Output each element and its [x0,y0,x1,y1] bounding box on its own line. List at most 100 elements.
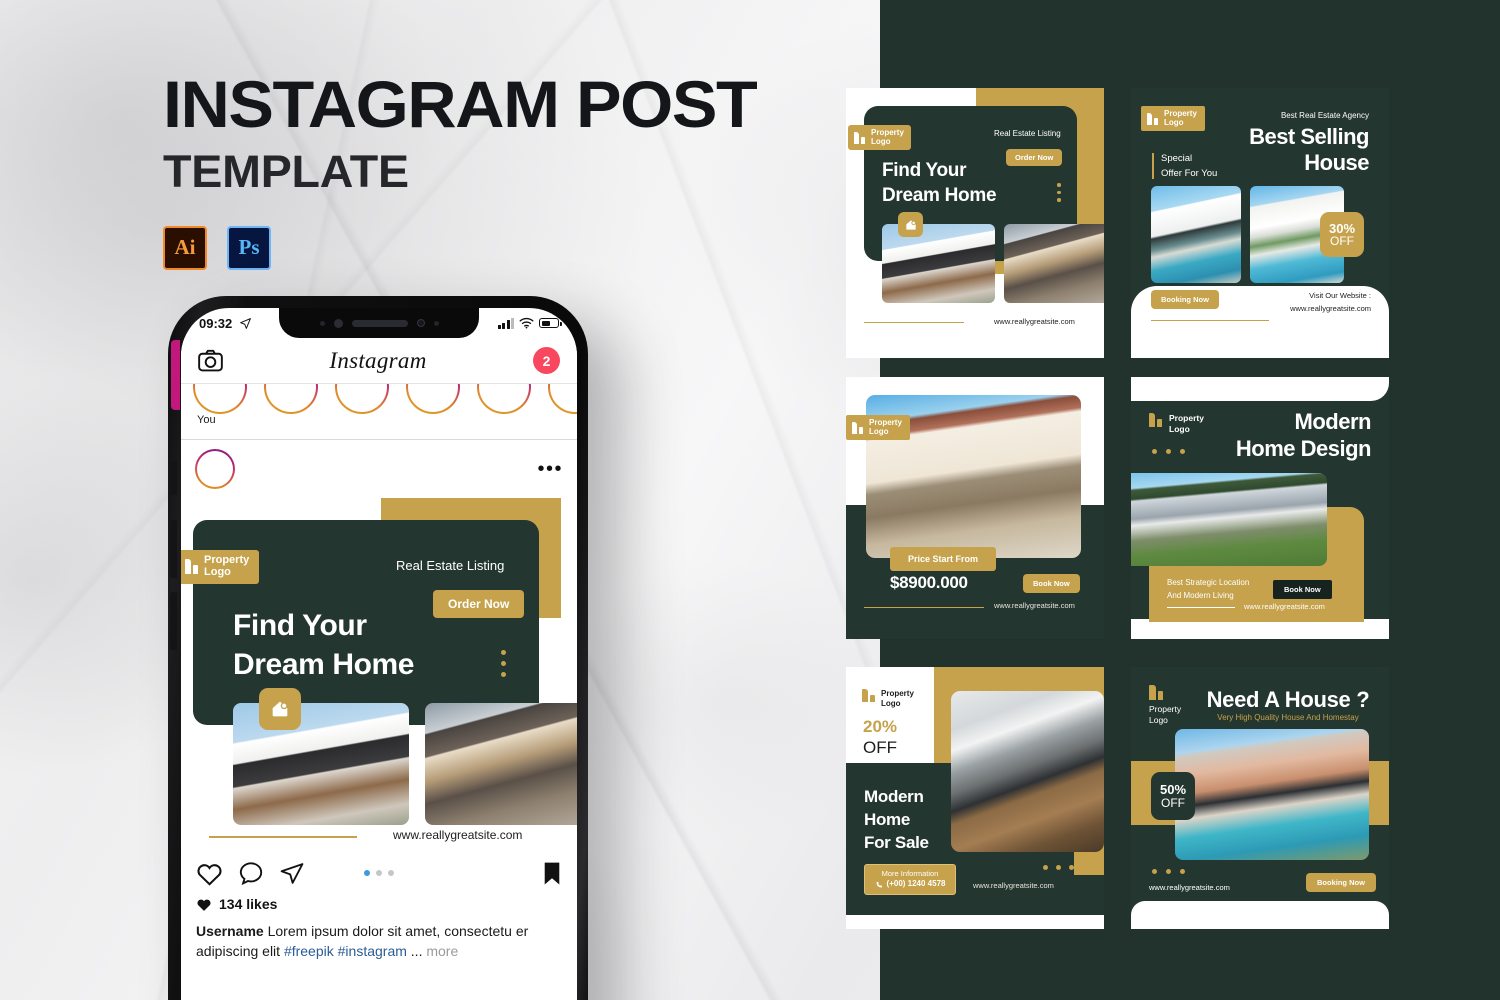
accent-bar [1152,153,1154,179]
phone-screen: 09:32 Instagram 2 You ••• Property Logo … [181,308,577,1000]
more-information-button[interactable]: More Information (+00) 1240 4578 [864,864,956,895]
post-title-line1: Modern [864,787,924,806]
logo-line1: Property [1149,704,1182,714]
photoshop-badge: Ps [227,225,271,270]
discount-off-label: OFF [1330,234,1354,248]
story-your-story[interactable]: You [193,384,247,439]
post-eyebrow: Best Real Estate Agency [1280,111,1369,120]
battery-icon [539,318,562,328]
book-now-button[interactable]: Book Now [1273,580,1332,599]
decor-dots [1043,865,1074,870]
property-photo-pool-villa [1175,729,1369,860]
story-item[interactable] [335,384,389,439]
page-subtitle: TEMPLATE [163,145,409,197]
post-title-line2: Dream Home [233,648,415,681]
post-sub-line1: Best Strategic Location [1167,578,1250,587]
comment-icon[interactable] [238,861,264,886]
building-icon [862,689,875,702]
post-title-line1: Find Your [233,609,367,642]
booking-now-button[interactable]: Booking Now [1306,873,1376,892]
story-item[interactable] [406,384,460,439]
property-photo-stone-house [425,703,577,825]
story-item[interactable] [264,384,318,439]
story-ring [264,384,318,414]
instagram-logo: Instagram [329,347,427,373]
white-footer-shape [1131,901,1389,929]
status-time: 09:32 [199,315,233,331]
white-footer-shape [846,915,1104,929]
post-card-modern-home-design[interactable]: Property Logo Modern Home Design Best Str… [1131,377,1389,639]
avatar[interactable] [195,449,235,489]
stories-tray[interactable]: You [181,384,577,440]
post-subtitle: Very High Quality House And Homestay [1217,713,1359,722]
post-card-need-a-house[interactable]: Property Logo Need A House ? Very High Qu… [1131,667,1389,929]
bookmark-icon[interactable] [542,861,562,886]
decor-dots [1152,869,1185,874]
post-website: www.reallygreatsite.com [1244,602,1325,611]
post-sub-line2: And Modern Living [1167,590,1234,600]
footer-rule [864,607,984,608]
caption-ellipsis: ... [410,943,423,960]
post-title-line2: Home [864,810,911,830]
property-photo-modern-house [882,224,995,303]
decor-dots [1152,449,1185,454]
post-card-best-selling-house[interactable]: Property Logo Best Real Estate Agency Bes… [1131,88,1389,358]
post-title-line2: Dream Home [882,185,997,207]
book-now-button[interactable]: Book Now [1023,574,1080,593]
phone-accent-stripe [171,340,180,410]
phone-volume-down-button[interactable] [170,592,177,650]
camera-icon[interactable] [198,349,223,372]
discount-off-label: OFF [863,738,897,757]
discount-badge: 30% OFF [1320,212,1364,257]
phone-icon [876,881,882,887]
logo-line2: Logo [871,136,891,146]
phone-volume-up-button[interactable] [170,520,177,578]
story-ring [335,384,389,414]
footer-rule [1167,607,1235,608]
caption-username[interactable]: Username [196,923,264,939]
story-ring [548,384,577,414]
white-footer-shape [1131,619,1389,639]
story-item[interactable] [548,384,577,439]
property-photo-villa [1151,186,1241,283]
paper-plane-icon[interactable] [279,861,305,886]
post-caption: Username Lorem ipsum dolor sit amet, con… [181,912,577,962]
notification-badge[interactable]: 2 [532,347,560,374]
instagram-app-bar: Instagram 2 [181,338,577,384]
caption-more-link[interactable]: more [426,943,458,959]
building-icon [1149,685,1181,700]
post-card-find-your-dream-home[interactable]: Property Logo Real Estate Listing Order N… [846,88,1104,358]
phone-mute-switch[interactable] [170,461,177,495]
logo-line2: Logo [881,699,901,709]
property-logo-badge: Property Logo [181,550,260,584]
order-now-button[interactable]: Order Now [433,590,525,618]
caption-hashtag-2[interactable]: #instagram [338,943,407,959]
status-bar: 09:32 [181,308,577,338]
discount-percent: 20% [863,717,898,736]
post-card-modern-home-for-sale[interactable]: Property Logo 20% OFF Modern Home For Sal… [846,667,1104,929]
post-sub-line2: Offer For You [1161,167,1218,179]
post-title: Need A House ? [1206,687,1370,712]
property-photo-interior [951,691,1104,852]
booking-now-button[interactable]: Booking Now [1151,290,1219,309]
building-icon [1149,413,1162,427]
post-website: www.reallygreatsite.com [994,317,1075,326]
heart-icon[interactable] [196,861,223,886]
cta-label: More Information [881,869,939,878]
story-item[interactable] [477,384,531,439]
location-arrow-icon [240,317,252,329]
decor-dots [1057,183,1061,202]
property-logo-badge: Property Logo [846,415,910,441]
property-logo: Property Logo [862,689,914,710]
illustrator-badge: Ai [163,225,207,270]
caption-hashtag-1[interactable]: #freepik [284,943,334,959]
signal-bars-icon [497,317,514,329]
story-ring [406,384,460,414]
post-card-price-start-from[interactable]: Property Logo Price Start From $8900.000 … [846,377,1104,639]
post-image-find-your-dream-home[interactable]: Property Logo Real Estate Listing Order N… [181,498,577,850]
post-title-line2: Home Design [1235,435,1372,461]
post-website: www.reallygreatsite.com [393,828,523,842]
order-now-button[interactable]: Order Now [1006,149,1063,166]
property-logo-badge: Property Logo [848,125,911,151]
likes-count: 134 likes [181,896,577,912]
